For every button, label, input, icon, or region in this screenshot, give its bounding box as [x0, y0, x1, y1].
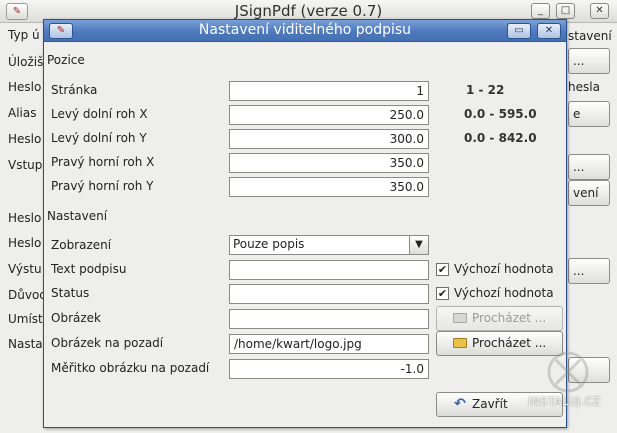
lower-left-y-range: 0.0 - 842.0: [464, 131, 537, 145]
folder-icon: [451, 332, 469, 355]
folder-icon: [451, 307, 469, 330]
page-range: 1 - 22: [466, 83, 505, 97]
bg-browse-keystore-button[interactable]: ...: [568, 48, 610, 74]
bg-label-reason: Důvod: [8, 288, 47, 302]
display-label: Zobrazení: [51, 238, 112, 252]
signature-text-label: Text podpisu: [51, 262, 127, 276]
bg-label-password: Heslo: [8, 80, 42, 94]
main-window-title: JSignPdf (verze 0.7): [234, 2, 383, 20]
dialog-title: Nastavení viditelného podpisu: [198, 22, 412, 38]
bg-label-type: Typ ú: [8, 28, 40, 42]
background-scale-label: Měřitko obrázku na pozadí: [51, 361, 210, 375]
watermark-text: INSTALUJ.CZ: [528, 395, 601, 408]
display-select-value: Pouze popis: [233, 237, 305, 251]
close-icon[interactable]: ✕: [590, 3, 609, 19]
maximize-icon[interactable]: □: [556, 3, 575, 19]
bg-label-user-password: Heslo: [8, 236, 42, 250]
lower-left-x-range: 0.0 - 595.0: [464, 107, 537, 121]
bg-browse-input-button[interactable]: ...: [568, 154, 610, 180]
image-browse-label: Procházet ...: [472, 311, 547, 325]
bg-label-settings: Nasta: [8, 337, 43, 351]
position-section-label: Pozice: [47, 53, 85, 67]
page-label: Stránka: [51, 83, 98, 97]
dialog-titlebar[interactable]: ✎ Nastavení viditelného podpisu ▭ ✕: [44, 20, 566, 42]
upper-right-x-input[interactable]: 350.0: [229, 153, 429, 173]
lower-left-y-input[interactable]: 300.0: [229, 129, 429, 149]
image-input[interactable]: [229, 309, 429, 329]
bg-label-location: Umíst: [8, 312, 43, 326]
status-default-label[interactable]: Výchozí hodnota: [454, 286, 554, 300]
chevron-down-icon[interactable]: ▼: [409, 236, 428, 254]
check-icon: ✔: [437, 263, 448, 276]
image-label: Obrázek: [51, 311, 101, 325]
display-select[interactable]: Pouze popis ▼: [229, 235, 429, 255]
lower-left-y-label: Levý dolní roh Y: [51, 131, 147, 145]
background-image-browse-label: Procházet ...: [472, 336, 547, 350]
bg-label-alias: Alias: [8, 106, 37, 120]
bg-load-keys-button[interactable]: e: [568, 101, 610, 127]
upper-right-x-label: Pravý horní roh X: [51, 155, 155, 169]
close-dialog-label: Zavřít: [472, 397, 508, 411]
bg-settings-button[interactable]: vení: [568, 180, 610, 206]
bg-label-key-password: Heslo: [8, 132, 42, 146]
status-label: Status: [51, 286, 90, 300]
dialog-minimize-icon[interactable]: ▭: [507, 23, 531, 39]
signature-text-default-checkbox[interactable]: ✔: [436, 263, 449, 276]
background-image-label: Obrázek na pozadí: [51, 336, 164, 350]
watermark-logo-icon: [547, 351, 589, 393]
bg-right-label-settings: stavení: [568, 29, 612, 43]
bg-label-input: Vstup: [8, 158, 43, 172]
lower-left-x-input[interactable]: 250.0: [229, 105, 429, 125]
page-input[interactable]: 1: [229, 81, 429, 101]
undo-arrow-icon: ↶: [454, 396, 466, 412]
visible-signature-dialog: ✎ Nastavení viditelného podpisu ▭ ✕ Pozi…: [43, 19, 567, 428]
background-image-browse-button[interactable]: Procházet ...: [436, 331, 563, 356]
dialog-close-icon[interactable]: ✕: [537, 23, 561, 39]
minimize-icon[interactable]: _: [531, 3, 550, 19]
signature-text-default-label[interactable]: Výchozí hodnota: [454, 262, 554, 276]
upper-right-y-label: Pravý horní roh Y: [51, 179, 154, 193]
lower-left-x-label: Levý dolní roh X: [51, 107, 148, 121]
bg-label-output: Výstu: [8, 262, 42, 276]
bg-right-label-password: hesla: [568, 80, 600, 94]
background-scale-input[interactable]: -1.0: [229, 359, 429, 379]
background-image-input[interactable]: /home/kwart/logo.jpg: [229, 334, 429, 354]
upper-right-y-input[interactable]: 350.0: [229, 177, 429, 197]
status-input[interactable]: [229, 284, 429, 304]
bg-browse-output-button[interactable]: ...: [568, 258, 610, 284]
signature-text-input[interactable]: [229, 260, 429, 280]
status-default-checkbox[interactable]: ✔: [436, 287, 449, 300]
bg-label-keystore: Úložiš: [8, 55, 44, 69]
image-browse-button[interactable]: Procházet ...: [436, 306, 563, 331]
bg-label-owner-password: Heslo: [8, 211, 42, 225]
check-icon: ✔: [437, 287, 448, 300]
settings-section-label: Nastavení: [47, 209, 108, 223]
